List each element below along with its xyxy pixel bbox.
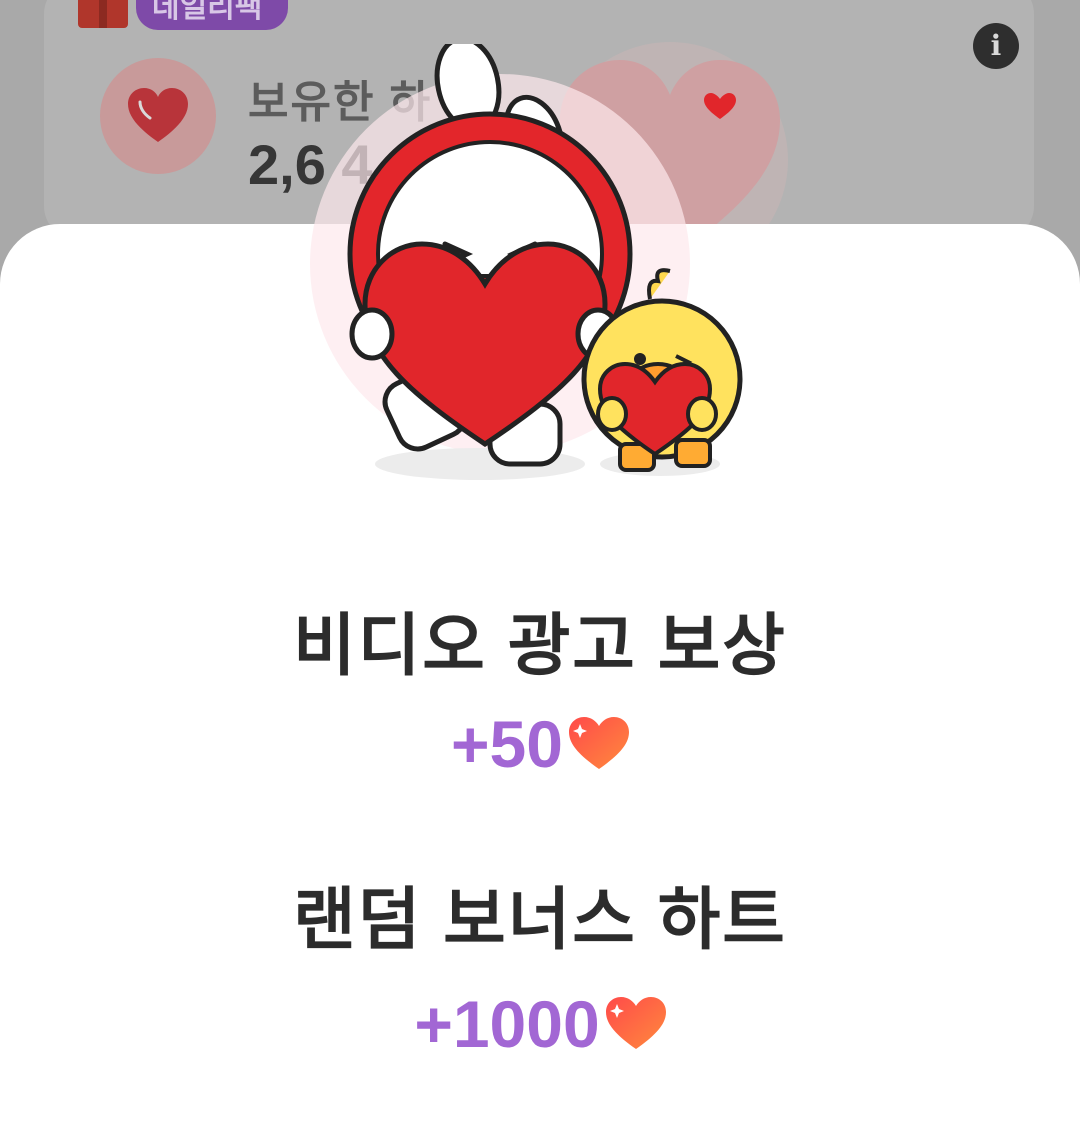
random-bonus-amount-row: +1000 [0, 986, 1080, 1062]
video-ad-reward-amount-row: +50 [0, 706, 1080, 782]
gift-icon [78, 0, 128, 28]
heart-icon-circle [100, 58, 216, 174]
mascot-illustration [310, 44, 743, 480]
heart-icon [568, 717, 629, 769]
video-ad-reward-title: 비디오 광고 보상 [293, 608, 787, 684]
video-ad-reward-amount: +50 [451, 707, 563, 781]
heart-icon [605, 997, 666, 1049]
heart-icon [128, 88, 188, 142]
daily-pack-badge[interactable]: 데일리팩 [136, 0, 289, 30]
info-icon[interactable]: i [973, 23, 1019, 69]
random-bonus-heart-title: 랜덤 보너스 하트 [293, 882, 787, 958]
random-bonus-amount: +1000 [414, 987, 600, 1061]
reward-bottom-sheet: 비디오 광고 보상 +50 랜덤 보너스 하트 +1000 [0, 44, 1080, 1124]
